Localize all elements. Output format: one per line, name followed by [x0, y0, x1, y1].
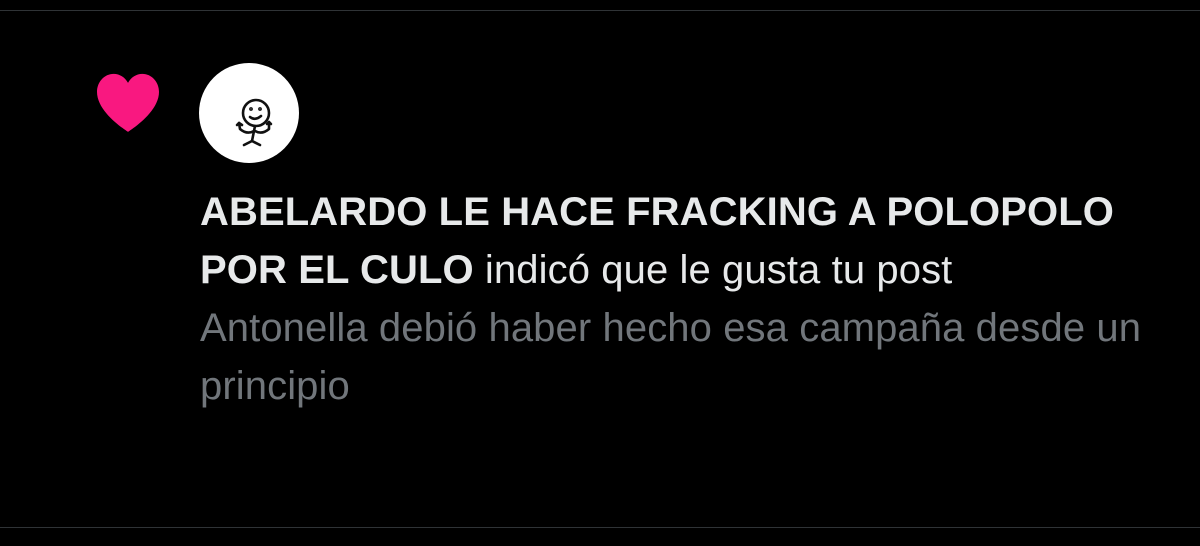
post-preview[interactable]: Antonella debió haber hecho esa campaña … — [200, 299, 1160, 415]
notification-content: ABELARDO LE HACE FRACKING A POLOPOLO POR… — [200, 183, 1160, 415]
like-notification[interactable]: ABELARDO LE HACE FRACKING A POLOPOLO POR… — [0, 11, 1200, 527]
heart-icon — [97, 73, 159, 132]
stick-figure-avatar-icon — [235, 98, 273, 147]
action-text: indicó que le gusta tu post — [473, 248, 953, 292]
avatar[interactable] — [199, 63, 299, 163]
notification-summary: ABELARDO LE HACE FRACKING A POLOPOLO POR… — [200, 183, 1160, 299]
bottom-divider — [0, 527, 1200, 528]
